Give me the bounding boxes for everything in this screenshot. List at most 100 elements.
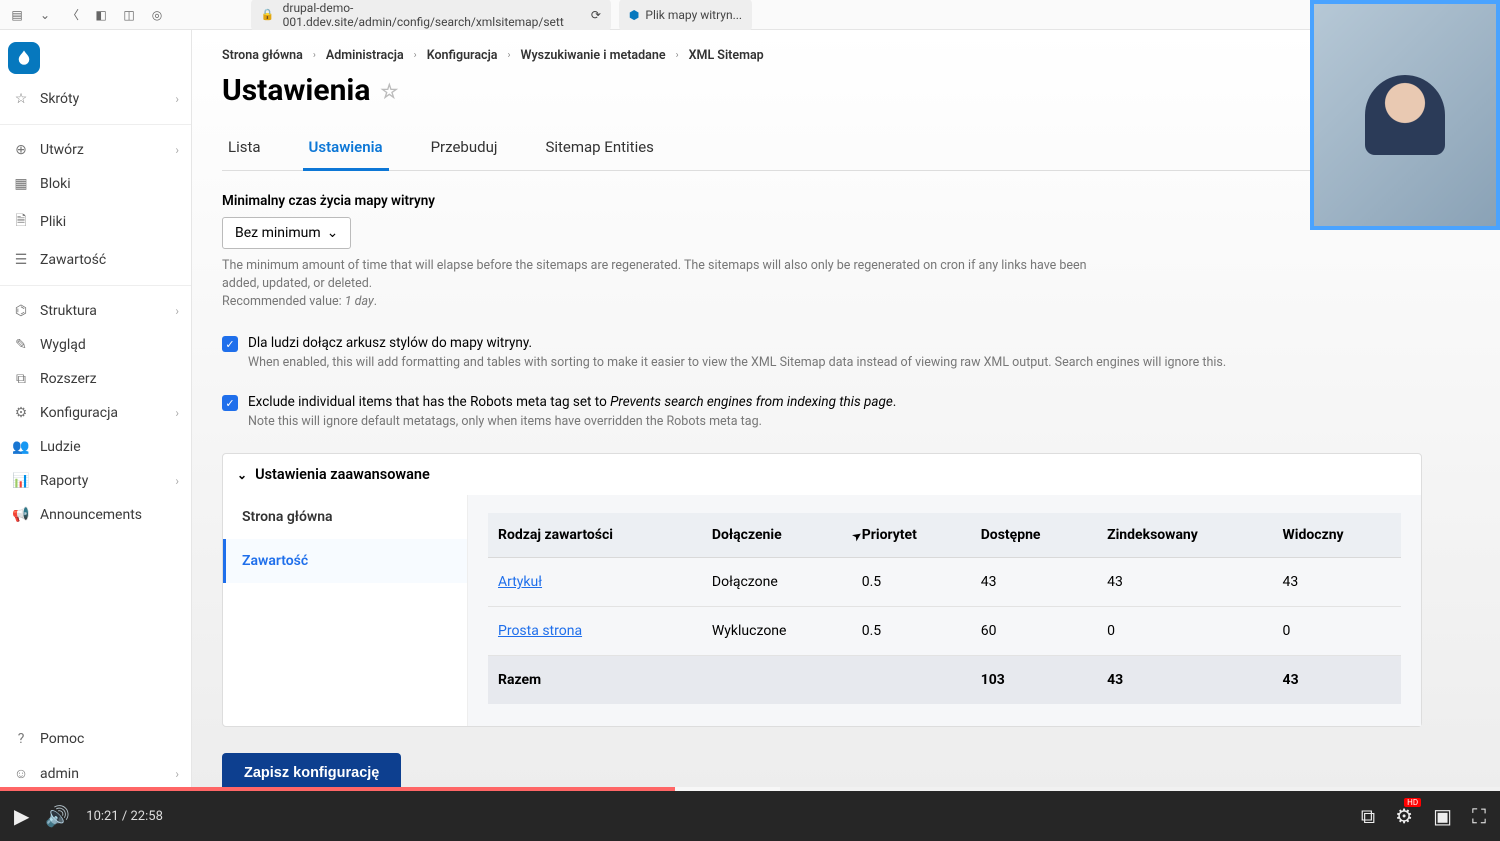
sidebar-item-bloki[interactable]: ▦Bloki [0, 167, 191, 201]
breadcrumb-item[interactable]: Wyszukiwanie i metadane [521, 48, 666, 63]
chevron-right-icon: › [175, 767, 179, 781]
app-icon-3[interactable]: ◎ [148, 6, 166, 24]
save-button[interactable]: Zapisz konfigurację [222, 753, 401, 791]
chevron-right-icon: › [175, 406, 179, 420]
sidebar-item-label: Pomoc [40, 731, 84, 747]
sidebar-item-ludzie[interactable]: 👥 Ludzie [0, 430, 191, 464]
table-row: ArtykułDołączone0.5434343 [488, 558, 1401, 607]
content-type-link[interactable]: Artykuł [498, 574, 542, 590]
content-types-table: Rodzaj zawartościDołączeniePriorytetDost… [488, 513, 1401, 704]
sidebar-item-label: Wygląd [40, 337, 86, 353]
fullscreen-icon[interactable]: ⛶ [1472, 804, 1486, 828]
sidebar-toggle-icon[interactable]: ▤ [8, 6, 26, 24]
announce-icon: 📢 [12, 507, 30, 523]
sidebar-item-struktura[interactable]: ⌬ Struktura › [0, 294, 191, 328]
chevron-right-icon: › [313, 50, 316, 61]
sidebar-item-label: Raporty [40, 473, 88, 489]
hd-badge: HD [1404, 798, 1421, 807]
presenter-webcam [1310, 0, 1500, 230]
vtab-strona-główna[interactable]: Strona główna [223, 495, 467, 539]
miniplayer-icon[interactable]: ▣ [1433, 804, 1452, 828]
report-icon: 📊 [12, 473, 30, 489]
breadcrumb: Strona główna›Administracja›Konfiguracja… [222, 30, 1470, 69]
table-header: Zindeksowany [1097, 513, 1272, 558]
main-content: Strona główna›Administracja›Konfiguracja… [192, 30, 1500, 791]
favorite-star-icon[interactable]: ☆ [380, 79, 398, 103]
settings-icon[interactable]: ⚙HD [1395, 804, 1413, 828]
sidebar-item-announcements[interactable]: 📢 Announcements [0, 498, 191, 532]
star-icon: ☆ [12, 91, 30, 107]
tab-przebuduj[interactable]: Przebuduj [425, 128, 504, 170]
struct-icon: ⌬ [12, 303, 30, 319]
sliders-icon: ⚙ [12, 405, 30, 421]
tab-ustawienia[interactable]: Ustawienia [303, 128, 389, 171]
sidebar-item-pliki[interactable]: 🗎Pliki [0, 201, 191, 243]
sidebar-item-raporty[interactable]: 📊 Raporty › [0, 464, 191, 498]
app-icon-1[interactable]: ◧ [92, 6, 110, 24]
user-icon: ☺ [12, 765, 30, 782]
progress-bar[interactable] [0, 787, 1500, 791]
plus-icon: ⊕ [12, 142, 30, 158]
browser-bar: ▤ ⌄ 〈 ◧ ◫ ◎ 🔒 drupal-demo-001.ddev.site/… [0, 0, 1500, 30]
sidebar-item-konfiguracja[interactable]: ⚙ Konfiguracja › [0, 396, 191, 430]
sidebar-item-label: Announcements [40, 507, 142, 523]
robots-checkbox-label: Exclude individual items that has the Ro… [248, 394, 896, 410]
sidebar-item-label: Utwórz [40, 142, 84, 158]
advanced-settings-toggle[interactable]: ⌄ Ustawienia zaawansowane [223, 454, 1421, 495]
file-icon: 🗎 [12, 210, 30, 234]
back-icon[interactable]: 〈 [64, 6, 82, 24]
table-header: Widoczny [1273, 513, 1401, 558]
breadcrumb-item[interactable]: XML Sitemap [689, 48, 764, 63]
drupal-logo[interactable] [8, 42, 40, 74]
chevron-right-icon: › [175, 143, 179, 157]
sidebar-item-skróty[interactable]: ☆Skróty› [0, 82, 191, 116]
url-bar[interactable]: 🔒 drupal-demo-001.ddev.site/admin/config… [251, 0, 611, 32]
sidebar-item-zawartość[interactable]: ☰Zawartość [0, 243, 191, 277]
secondary-tab-label: Plik mapy witryn... [645, 8, 742, 22]
sidebar-item-label: admin [40, 766, 79, 782]
url-text: drupal-demo-001.ddev.site/admin/config/s… [283, 1, 583, 29]
help-icon: ? [12, 731, 30, 747]
tab-lista[interactable]: Lista [222, 128, 267, 170]
sidebar-item-label: Ludzie [40, 439, 81, 455]
min-lifetime-label: Minimalny czas życia mapy witryny [222, 193, 1422, 209]
min-lifetime-select[interactable]: Bez minimum ⌄ [222, 217, 351, 249]
table-header: Rodzaj zawartości [488, 513, 702, 558]
secondary-tab[interactable]: ⬢ Plik mapy witryn... [619, 0, 752, 32]
sidebar-item-pomoc[interactable]: ? Pomoc [0, 722, 191, 756]
robots-checkbox[interactable]: ✓ [222, 395, 238, 411]
reload-icon[interactable]: ⟳ [591, 8, 601, 22]
sidebar-item-wygląd[interactable]: ✎Wygląd [0, 328, 191, 362]
tab-sitemap-entities[interactable]: Sitemap Entities [539, 128, 660, 170]
chevron-right-icon: › [175, 474, 179, 488]
table-row: Prosta stronaWykluczone0.56000 [488, 607, 1401, 656]
content-type-link[interactable]: Prosta strona [498, 623, 582, 639]
breadcrumb-item[interactable]: Administracja [326, 48, 404, 63]
play-icon[interactable]: ▶ [14, 804, 29, 828]
sidebar-item-admin[interactable]: ☺ admin › [0, 756, 191, 791]
sidebar-item-label: Zawartość [40, 252, 106, 268]
sidebar-item-label: Struktura [40, 303, 97, 319]
chevron-down-icon: ⌄ [327, 225, 339, 241]
people-icon: 👥 [12, 439, 30, 455]
robots-checkbox-help: Note this will ignore default metatags, … [248, 414, 896, 429]
xsl-checkbox-label: Dla ludzi dołącz arkusz stylów do mapy w… [248, 335, 1226, 351]
video-controls: ▶ 🔊 10:21 / 22:58 ⧉ ⚙HD ▣ ⛶ [0, 791, 1500, 841]
breadcrumb-item[interactable]: Konfiguracja [427, 48, 498, 63]
breadcrumb-item[interactable]: Strona główna [222, 48, 303, 63]
vtab-zawartość[interactable]: Zawartość [223, 539, 467, 583]
sidebar-item-rozszerz[interactable]: ⧉Rozszerz [0, 362, 191, 396]
dropdown-icon[interactable]: ⌄ [36, 6, 54, 24]
volume-icon[interactable]: 🔊 [45, 804, 70, 828]
captions-icon[interactable]: ⧉ [1361, 804, 1375, 828]
chevron-right-icon: › [175, 304, 179, 318]
page-title: Ustawienia [222, 73, 370, 108]
chevron-down-icon: ⌄ [237, 468, 247, 482]
xsl-checkbox[interactable]: ✓ [222, 336, 238, 352]
table-header: Dołączenie [702, 513, 852, 558]
grid-icon: ▦ [12, 176, 30, 192]
primary-tabs: Lista Ustawienia Przebuduj Sitemap Entities [222, 128, 1470, 171]
sidebar-item-utwórz[interactable]: ⊕ Utwórz › [0, 133, 191, 167]
sidebar-item-label: Konfiguracja [40, 405, 118, 421]
app-icon-2[interactable]: ◫ [120, 6, 138, 24]
